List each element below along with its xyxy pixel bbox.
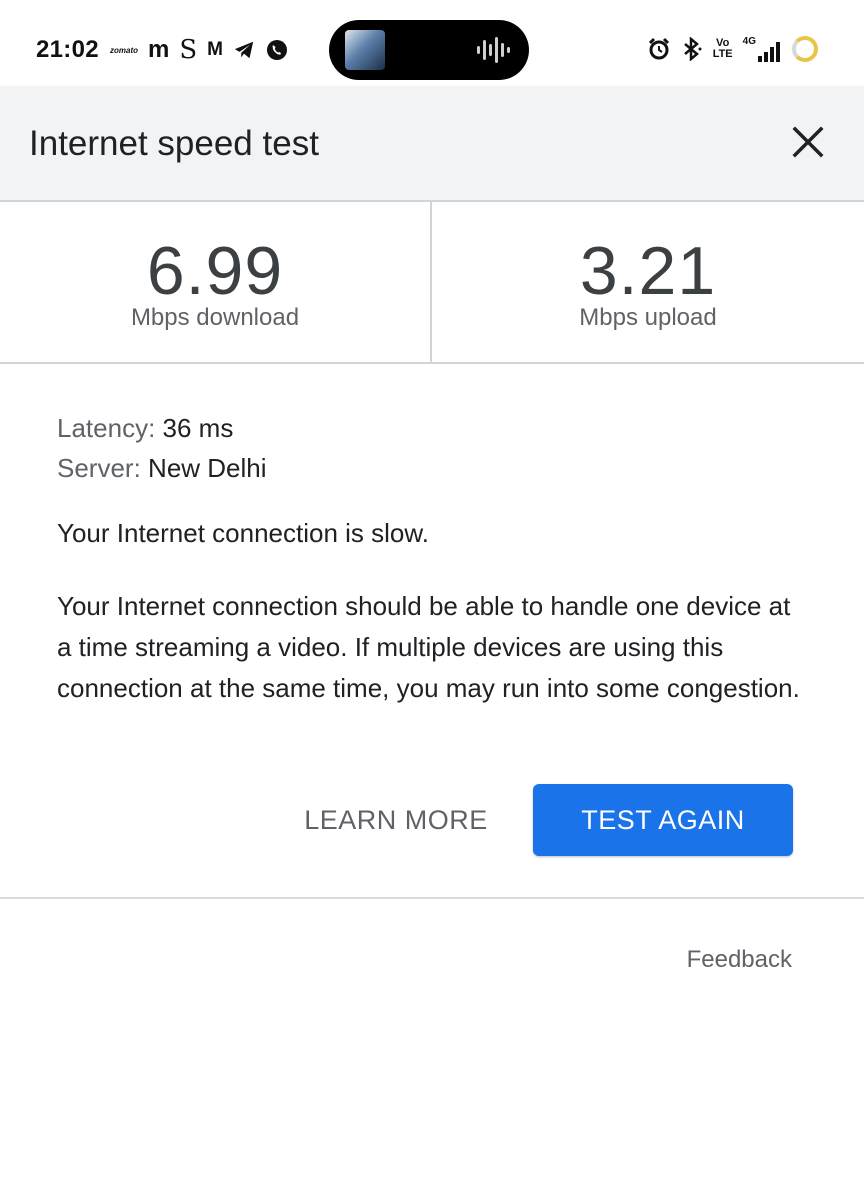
page-title: Internet speed test xyxy=(29,124,319,163)
s-app-icon: S xyxy=(179,35,198,65)
feedback-link[interactable]: Feedback xyxy=(687,946,792,974)
latency-row: Latency: 36 ms xyxy=(57,408,817,448)
latency-value: 36 ms xyxy=(162,413,234,443)
m-app-icon: M xyxy=(207,39,223,60)
latency-label: Latency: xyxy=(57,413,156,443)
waveform-icon xyxy=(477,37,510,63)
server-label: Server: xyxy=(57,453,141,483)
network-type-label: 4G xyxy=(742,36,756,47)
battery-icon xyxy=(792,36,818,62)
connection-details: Latency: 36 ms Server: New Delhi xyxy=(57,408,817,488)
speed-test-header: Internet speed test xyxy=(0,86,864,202)
notification-icons: zomato m S M xyxy=(110,36,289,64)
divider xyxy=(0,897,864,899)
bluetooth-icon xyxy=(683,37,702,61)
m-app-icon: m xyxy=(148,36,170,63)
server-row: Server: New Delhi xyxy=(57,448,817,488)
connection-description: Your Internet connection should be able … xyxy=(57,591,800,703)
telegram-icon xyxy=(234,41,254,59)
test-again-button[interactable]: TEST AGAIN xyxy=(533,784,793,856)
upload-result: 3.21 Mbps upload xyxy=(430,202,864,362)
speed-results: 6.99 Mbps download 3.21 Mbps upload xyxy=(0,202,864,364)
volte-icon: Vo LTE xyxy=(713,38,733,60)
connection-status: Your Internet connection is slow. xyxy=(57,518,429,548)
signal-bars xyxy=(758,42,780,62)
download-speed-value: 6.99 xyxy=(146,233,284,309)
signal-4g-icon: 4G xyxy=(743,36,782,62)
learn-more-button[interactable]: LEARN MORE xyxy=(296,786,496,854)
status-bar: 21:02 zomato m S M Vo LTE 4G xyxy=(0,0,864,86)
whatsapp-icon xyxy=(266,40,287,60)
download-speed-unit: Mbps download xyxy=(130,304,300,331)
close-icon[interactable] xyxy=(788,122,828,162)
alarm-icon xyxy=(648,37,669,60)
upload-speed-unit: Mbps upload xyxy=(579,304,717,331)
album-art-icon[interactable] xyxy=(345,30,385,70)
dynamic-island[interactable] xyxy=(329,20,529,80)
upload-speed-value: 3.21 xyxy=(579,233,717,309)
volte-bottom-label: LTE xyxy=(712,48,733,60)
download-result: 6.99 Mbps download xyxy=(0,202,430,362)
system-icons: Vo LTE 4G xyxy=(647,34,818,64)
zomato-icon: zomato xyxy=(110,45,138,55)
server-value: New Delhi xyxy=(148,453,267,483)
status-time: 21:02 xyxy=(36,36,99,63)
